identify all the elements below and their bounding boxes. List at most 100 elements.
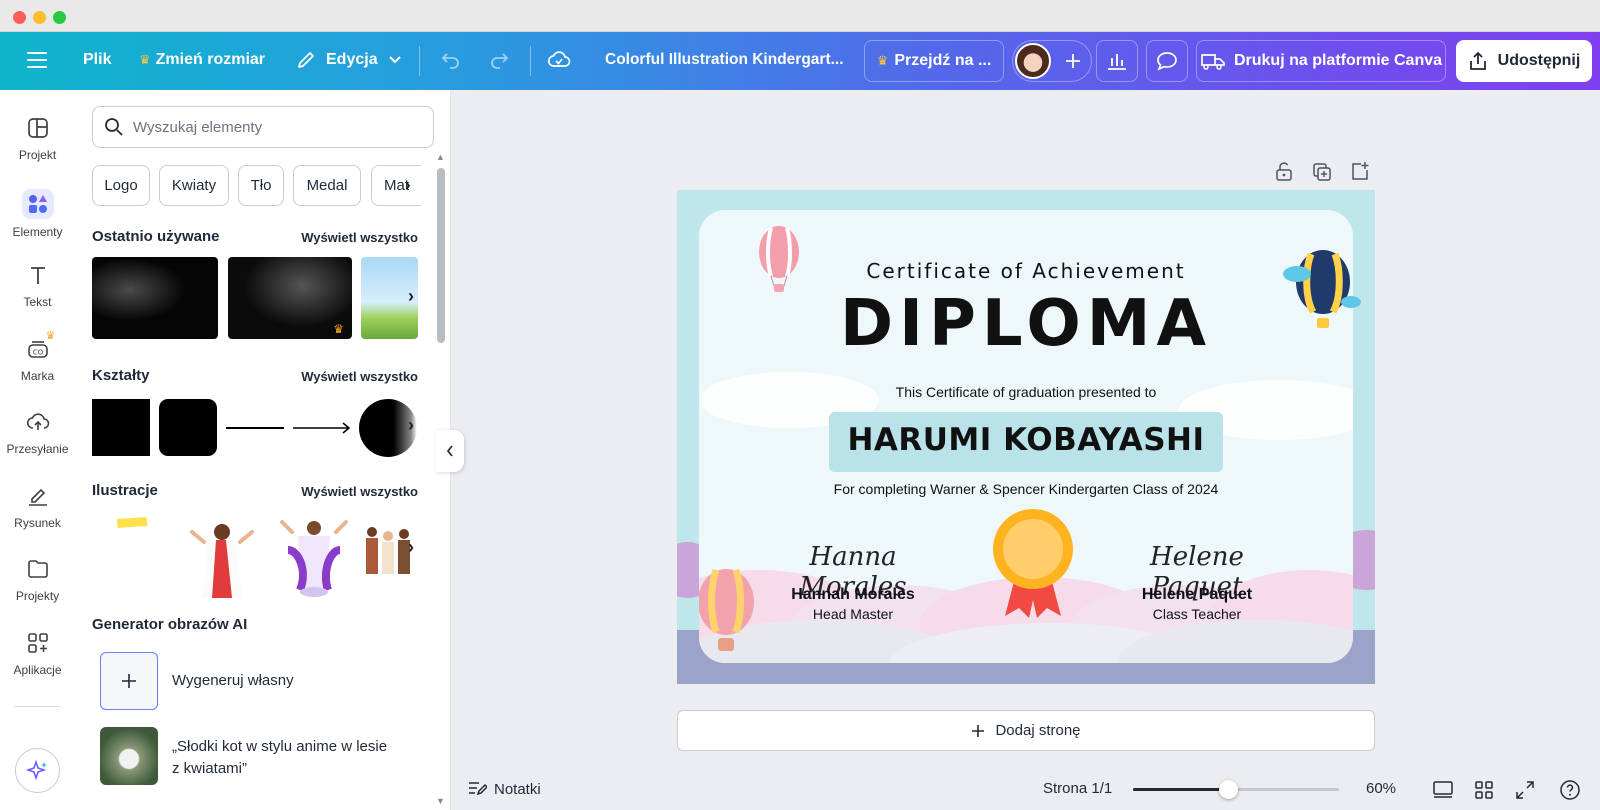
help-icon[interactable] <box>1559 779 1581 801</box>
file-menu[interactable]: Plik <box>83 51 111 69</box>
shapes-icon <box>28 195 47 213</box>
shapes-view-all[interactable]: Wyświetl wszystko <box>301 369 418 384</box>
page-indicator[interactable]: Strona 1/1 <box>1043 780 1112 797</box>
undo-button[interactable] <box>440 50 462 70</box>
chip-tlo[interactable]: Tło <box>238 165 284 206</box>
recipient-name[interactable]: HARUMI KOBAYASHI <box>699 422 1353 458</box>
certificate-completing-text[interactable]: For completing Warner & Spencer Kinderga… <box>699 481 1353 497</box>
signer-1-role[interactable]: Head Master <box>759 606 947 622</box>
shape-rounded-square[interactable] <box>159 399 217 456</box>
collaborators-group[interactable] <box>1012 40 1092 82</box>
shape-line[interactable] <box>226 427 284 429</box>
grid-view-icon[interactable] <box>1474 780 1494 800</box>
collapse-panel-button[interactable] <box>436 430 464 472</box>
fullscreen-icon[interactable] <box>1515 780 1535 800</box>
share-button[interactable]: Udostępnij <box>1456 40 1592 82</box>
redo-icon <box>491 53 509 69</box>
chip-logo[interactable]: Logo <box>92 165 150 206</box>
rail-item-elementy[interactable]: Elementy <box>0 189 75 239</box>
search-input[interactable]: Wyszukaj elementy <box>92 106 434 148</box>
apps-grid-icon <box>27 633 48 653</box>
bottom-bar: Notatki Strona 1/1 60% <box>451 770 1600 810</box>
upgrade-button[interactable]: ♛ Przejdź na ... <box>864 40 1004 82</box>
plus-icon[interactable] <box>1064 52 1082 70</box>
folder-icon <box>27 560 48 578</box>
rail-item-aplikacje[interactable]: Aplikacje <box>0 629 75 677</box>
shapes-next-icon[interactable]: › <box>408 415 414 436</box>
rail-item-przesylanie[interactable]: Przesyłanie <box>0 408 75 456</box>
add-page-icon[interactable] <box>1350 161 1370 181</box>
resize-button[interactable]: ♛ Zmień rozmiar <box>139 51 265 69</box>
ai-sample-thumbnail[interactable] <box>100 727 158 785</box>
certificate-title[interactable]: DIPLOMA <box>699 284 1353 364</box>
certificate-design[interactable]: Certificate of Achievement DIPLOMA This … <box>677 190 1375 684</box>
scroll-down-icon[interactable]: ▼ <box>436 796 445 806</box>
redo-button[interactable] <box>488 50 510 70</box>
crown-icon: ♛ <box>876 53 889 68</box>
shape-arrow-line[interactable] <box>292 422 352 434</box>
insights-button[interactable] <box>1096 40 1138 82</box>
plus-icon <box>972 724 985 737</box>
chip-medal[interactable]: Medal <box>293 165 361 206</box>
rail-item-rysunek[interactable]: Rysunek <box>0 482 75 530</box>
chips-next-icon[interactable]: › <box>405 175 411 195</box>
rail-item-tekst[interactable]: Tekst <box>0 261 75 309</box>
magic-assistant-button[interactable] <box>15 748 60 793</box>
chip-mat[interactable]: Mat <box>371 165 421 206</box>
ai-sample-prompt[interactable]: „Słodki kot w stylu anime w lesie z kwia… <box>172 736 387 780</box>
illustrations-next-icon[interactable]: › <box>408 537 414 558</box>
edit-menu[interactable]: Edycja <box>296 50 402 70</box>
close-window-button[interactable] <box>13 11 26 24</box>
minimize-window-button[interactable] <box>33 11 46 24</box>
document-title[interactable]: Colorful Illustration Kindergart... <box>605 51 844 69</box>
zoom-level[interactable]: 60% <box>1366 780 1396 797</box>
shape-square[interactable] <box>92 399 150 456</box>
page-view-icon[interactable] <box>1432 780 1454 800</box>
scroll-up-icon[interactable]: ▲ <box>436 152 445 162</box>
notes-button[interactable]: Notatki <box>467 780 541 798</box>
unlock-icon[interactable] <box>1275 161 1293 181</box>
crown-icon: ♛ <box>45 330 56 342</box>
hamburger-icon <box>27 52 47 68</box>
chip-kwiaty[interactable]: Kwiaty <box>159 165 229 206</box>
signer-2-role[interactable]: Class Teacher <box>1103 606 1291 622</box>
maximize-window-button[interactable] <box>53 11 66 24</box>
ai-generate-label[interactable]: Wygeneruj własny <box>172 672 294 689</box>
signer-1-name[interactable]: Hannah Morales <box>759 586 947 604</box>
illustrations-row[interactable] <box>92 510 352 600</box>
duplicate-page-icon[interactable] <box>1312 162 1332 182</box>
rail-label: Elementy <box>12 225 63 239</box>
ai-sample-line-1: „Słodki kot w stylu anime w lesie <box>172 738 388 755</box>
rail-divider <box>14 706 60 707</box>
comments-button[interactable] <box>1146 40 1188 82</box>
recent-thumb-black-silk[interactable] <box>92 257 218 339</box>
draw-pen-icon <box>28 488 47 506</box>
panel-scrollbar[interactable] <box>437 168 445 343</box>
crown-icon: ♛ <box>333 322 344 336</box>
menu-button[interactable] <box>26 50 48 70</box>
truck-icon <box>1201 54 1225 70</box>
recent-next-icon[interactable]: › <box>408 286 414 307</box>
recent-thumb-dark-satin[interactable]: ♛ <box>228 257 352 339</box>
print-canva-button[interactable]: Drukuj na platformie Canva <box>1196 40 1446 82</box>
zoom-slider-thumb[interactable] <box>1218 780 1238 799</box>
avatar[interactable] <box>1015 43 1051 79</box>
add-page-label: Dodaj stronę <box>995 722 1081 739</box>
certificate-presented-text[interactable]: This Certificate of graduation presented… <box>699 384 1353 400</box>
hot-air-balloon-icon <box>1283 250 1361 328</box>
elements-panel: Wyszukaj elementy Logo Kwiaty Tło Medal … <box>75 90 451 810</box>
recent-view-all[interactable]: Wyświetl wszystko <box>301 230 418 245</box>
illustrations-section-title: Ilustracje <box>92 482 158 499</box>
cloud-save-status[interactable] <box>547 49 571 71</box>
certificate-subtitle[interactable]: Certificate of Achievement <box>699 259 1353 283</box>
sparkle-icon <box>25 759 47 780</box>
zoom-slider-track[interactable] <box>1133 780 1339 799</box>
rail-item-marka[interactable]: CO ♛ Marka <box>0 330 75 383</box>
illustrations-view-all[interactable]: Wyświetl wszystko <box>301 484 418 499</box>
ai-generate-button[interactable] <box>100 652 158 710</box>
signer-2-name[interactable]: Helene Paquet <box>1103 586 1291 604</box>
rail-item-projekt[interactable]: Projekt <box>0 114 75 162</box>
rail-item-projekty[interactable]: Projekty <box>0 555 75 603</box>
print-label: Drukuj na platformie Canva <box>1233 52 1443 69</box>
add-page-button[interactable]: Dodaj stronę <box>677 710 1375 751</box>
